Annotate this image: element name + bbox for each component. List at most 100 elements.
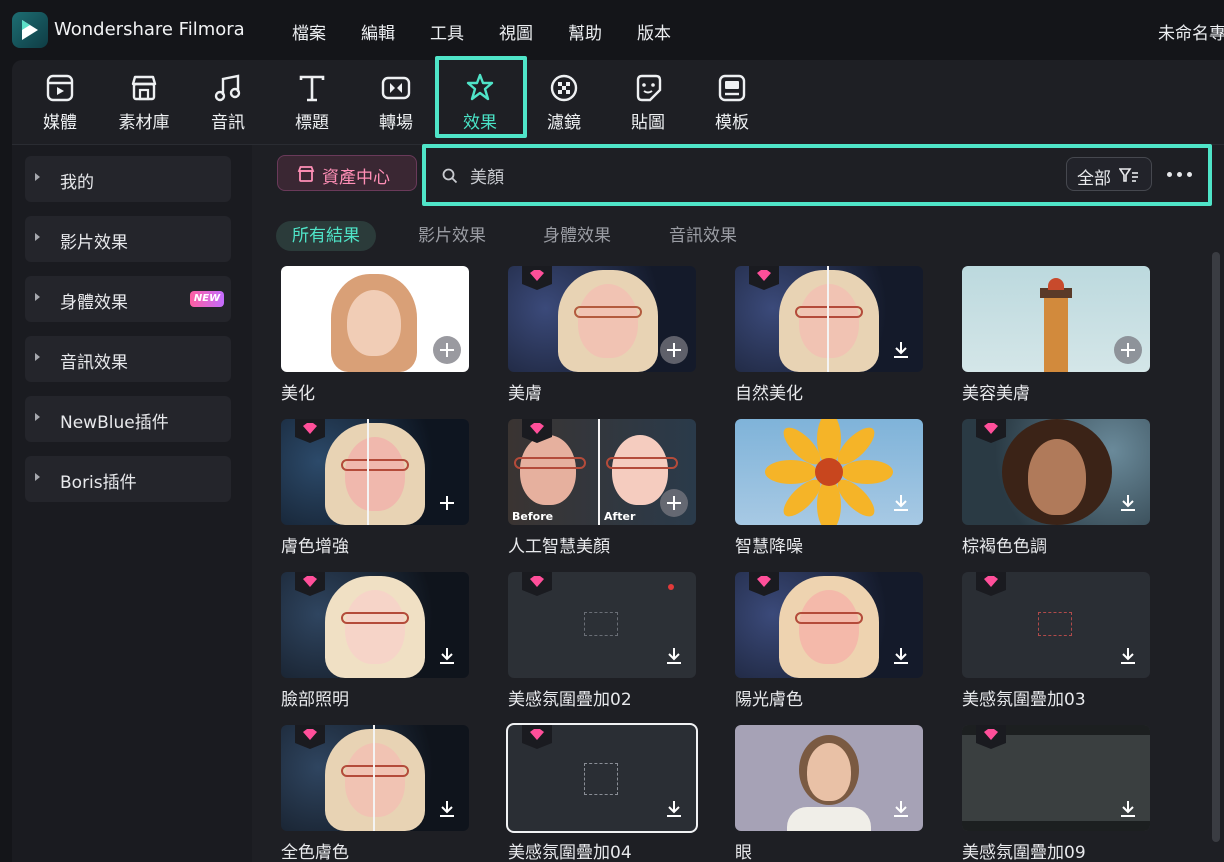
filmora-logo-icon [12, 12, 48, 48]
effect-thumbnail [962, 572, 1150, 678]
search-bar: 全部 [422, 144, 1212, 206]
effect-thumbnail [962, 266, 1150, 372]
add-icon[interactable] [1114, 336, 1142, 364]
add-icon[interactable] [660, 489, 688, 517]
effect-thumbnail [735, 572, 923, 678]
menu-bar: 檔案 編輯 工具 視圖 幫助 版本 [292, 19, 706, 44]
menu-file[interactable]: 檔案 [292, 19, 326, 44]
effects-grid: 美化 美膚 自然美化 美容美膚 膚色增強 Before After 人工智慧美顏… [281, 266, 1181, 862]
caret-right-icon [35, 293, 40, 301]
premium-gem-icon [295, 419, 325, 443]
tab-transitions[interactable]: 轉場 [356, 72, 436, 136]
tab-media[interactable]: 媒體 [20, 72, 100, 136]
after-label: After [604, 510, 636, 523]
filter-funnel-icon [1119, 168, 1138, 182]
premium-gem-icon [295, 725, 325, 749]
tab-filters[interactable]: 濾鏡 [524, 72, 604, 136]
sticker-icon [636, 74, 662, 102]
premium-gem-icon [976, 419, 1006, 443]
effect-thumbnail [281, 572, 469, 678]
tab-audio[interactable]: 音訊 [188, 72, 268, 136]
add-icon[interactable] [660, 336, 688, 364]
caret-right-icon [35, 353, 40, 361]
project-name[interactable]: 未命名專 [1158, 19, 1224, 44]
premium-gem-icon [522, 419, 552, 443]
tab-all-results[interactable]: 所有結果 [276, 221, 376, 251]
effect-thumbnail [735, 266, 923, 372]
download-icon[interactable] [887, 489, 915, 517]
premium-gem-icon [522, 572, 552, 596]
caret-right-icon [35, 473, 40, 481]
premium-gem-icon [976, 572, 1006, 596]
add-icon[interactable] [433, 489, 461, 517]
effect-thumbnail [506, 723, 698, 833]
menu-help[interactable]: 幫助 [568, 19, 602, 44]
download-icon[interactable] [1114, 642, 1142, 670]
effect-thumbnail [735, 725, 923, 831]
sidebar-item-mine[interactable]: 我的 [25, 156, 231, 202]
title-bar: Wondershare Filmora 檔案 編輯 工具 視圖 幫助 版本 未命… [0, 0, 1224, 60]
media-icon [46, 74, 74, 102]
effect-thumbnail [735, 419, 923, 525]
more-options-icon[interactable] [1166, 164, 1196, 184]
sidebar-item-boris[interactable]: Boris插件 [25, 456, 231, 502]
store-icon [297, 166, 315, 182]
sidebar-item-newblue[interactable]: NewBlue插件 [25, 396, 231, 442]
effect-thumbnail [962, 725, 1150, 831]
download-icon[interactable] [433, 642, 461, 670]
download-icon[interactable] [887, 795, 915, 823]
premium-gem-icon [522, 725, 552, 749]
premium-gem-icon [749, 266, 779, 290]
grid-scrollbar[interactable] [1212, 252, 1220, 852]
sidebar-item-video-effects[interactable]: 影片效果 [25, 216, 231, 262]
download-icon[interactable] [660, 795, 688, 823]
template-icon [718, 74, 746, 102]
tab-audio-effects[interactable]: 音訊效果 [669, 221, 737, 251]
menu-view[interactable]: 視圖 [499, 19, 533, 44]
music-note-icon [214, 74, 241, 102]
tab-stickers[interactable]: 貼圖 [608, 72, 688, 136]
app-name: Wondershare Filmora [54, 19, 245, 40]
tab-stock-library[interactable]: 素材庫 [104, 72, 184, 136]
tab-video-effects[interactable]: 影片效果 [418, 221, 486, 251]
download-icon[interactable] [433, 795, 461, 823]
effects-tab-highlight [435, 56, 527, 138]
sidebar-item-audio-effects[interactable]: 音訊效果 [25, 336, 231, 382]
download-icon[interactable] [887, 642, 915, 670]
download-icon[interactable] [1114, 795, 1142, 823]
premium-gem-icon [749, 572, 779, 596]
filter-icon [550, 74, 578, 102]
asset-center-button[interactable]: 資產中心 [277, 155, 417, 191]
premium-gem-icon [976, 725, 1006, 749]
category-sidebar: 我的 影片效果 身體效果 NEW 音訊效果 NewBlue插件 Boris插件 [12, 145, 252, 862]
download-icon[interactable] [660, 642, 688, 670]
premium-gem-icon [522, 266, 552, 290]
download-icon[interactable] [1114, 489, 1142, 517]
menu-tools[interactable]: 工具 [430, 19, 464, 44]
stock-library-icon [131, 75, 157, 101]
sidebar-item-body-effects[interactable]: 身體效果 NEW [25, 276, 231, 322]
caret-right-icon [35, 413, 40, 421]
effect-thumbnail [962, 419, 1150, 525]
search-icon [442, 168, 458, 184]
search-input[interactable] [470, 162, 1050, 188]
effect-thumbnail [508, 572, 696, 678]
effect-thumbnail [281, 419, 469, 525]
menu-edit[interactable]: 編輯 [361, 19, 395, 44]
effect-thumbnail [508, 266, 696, 372]
menu-version[interactable]: 版本 [637, 19, 671, 44]
tab-templates[interactable]: 模板 [692, 72, 772, 136]
tab-body-effects[interactable]: 身體效果 [543, 221, 611, 251]
main-panel: 媒體 素材庫 音訊 標題 轉場 效果 濾鏡 貼圖 模板 我的 影片效果 身體效果… [12, 56, 1224, 862]
effect-thumbnail [281, 266, 469, 372]
caret-right-icon [35, 233, 40, 241]
add-icon[interactable] [433, 336, 461, 364]
download-icon[interactable] [887, 336, 915, 364]
caret-right-icon [35, 173, 40, 181]
tab-titles[interactable]: 標題 [272, 72, 352, 136]
transition-icon [381, 76, 411, 100]
premium-gem-icon [295, 572, 325, 596]
filter-button[interactable]: 全部 [1066, 157, 1152, 191]
before-label: Before [512, 510, 554, 523]
scrollbar-thumb[interactable] [1212, 252, 1220, 842]
